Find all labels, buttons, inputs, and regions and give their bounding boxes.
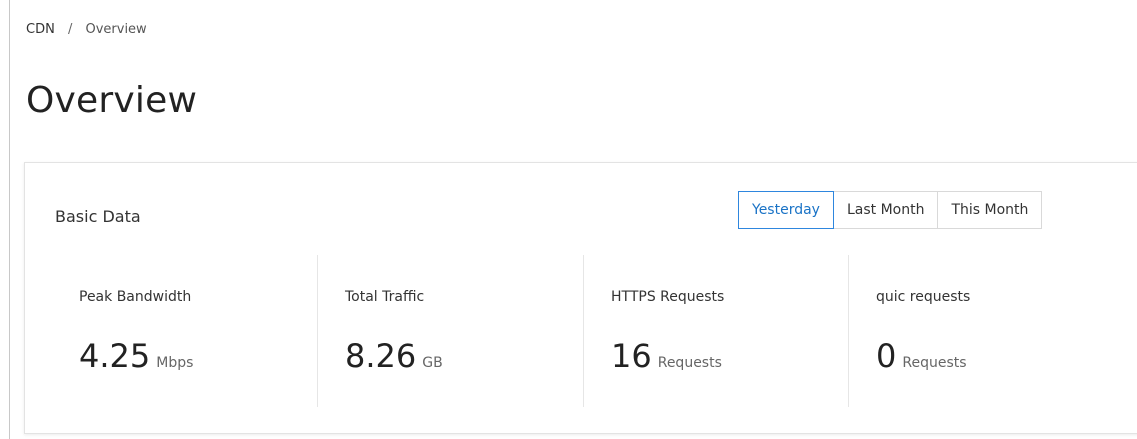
metric-total-traffic: Total Traffic 8.26 GB (317, 255, 582, 407)
metric-label: quic requests (876, 289, 971, 305)
range-this-month-button[interactable]: This Month (937, 191, 1043, 229)
range-last-month-button[interactable]: Last Month (832, 191, 939, 229)
range-yesterday-button[interactable]: Yesterday (738, 191, 834, 229)
metric-value-row: 8.26 GB (345, 337, 443, 375)
metric-value: 0 (876, 337, 897, 375)
metrics-row: Peak Bandwidth 4.25 Mbps Total Traffic 8.… (25, 255, 1135, 407)
metric-unit: Requests (902, 355, 967, 371)
metric-value-row: 16 Requests (611, 337, 722, 375)
metric-unit: Mbps (156, 355, 194, 371)
basic-data-title: Basic Data (55, 207, 141, 226)
breadcrumb-separator: / (67, 22, 73, 37)
cdn-overview-page: CDN / Overview Overview Basic Data Yeste… (0, 0, 1137, 439)
basic-data-card: Basic Data Yesterday Last Month This Mon… (24, 162, 1137, 434)
metric-value-row: 4.25 Mbps (79, 337, 193, 375)
metric-value: 4.25 (79, 337, 151, 375)
metric-unit: Requests (657, 355, 722, 371)
metric-peak-bandwidth: Peak Bandwidth 4.25 Mbps (51, 255, 316, 407)
metric-value-row: 0 Requests (876, 337, 967, 375)
left-divider (9, 0, 10, 439)
breadcrumb-cdn-link[interactable]: CDN (26, 22, 55, 37)
date-range-selector: Yesterday Last Month This Month (738, 191, 1043, 229)
page-title: Overview (26, 80, 198, 121)
metric-unit: GB (422, 355, 443, 371)
metric-quic-requests: quic requests 0 Requests (848, 255, 1113, 407)
metric-label: HTTPS Requests (611, 289, 725, 305)
breadcrumb: CDN / Overview (26, 22, 147, 37)
metric-https-requests: HTTPS Requests 16 Requests (583, 255, 848, 407)
metric-label: Peak Bandwidth (79, 289, 192, 305)
metric-value: 8.26 (345, 337, 417, 375)
metric-value: 16 (611, 337, 652, 375)
metric-label: Total Traffic (345, 289, 425, 305)
breadcrumb-current: Overview (85, 22, 147, 37)
